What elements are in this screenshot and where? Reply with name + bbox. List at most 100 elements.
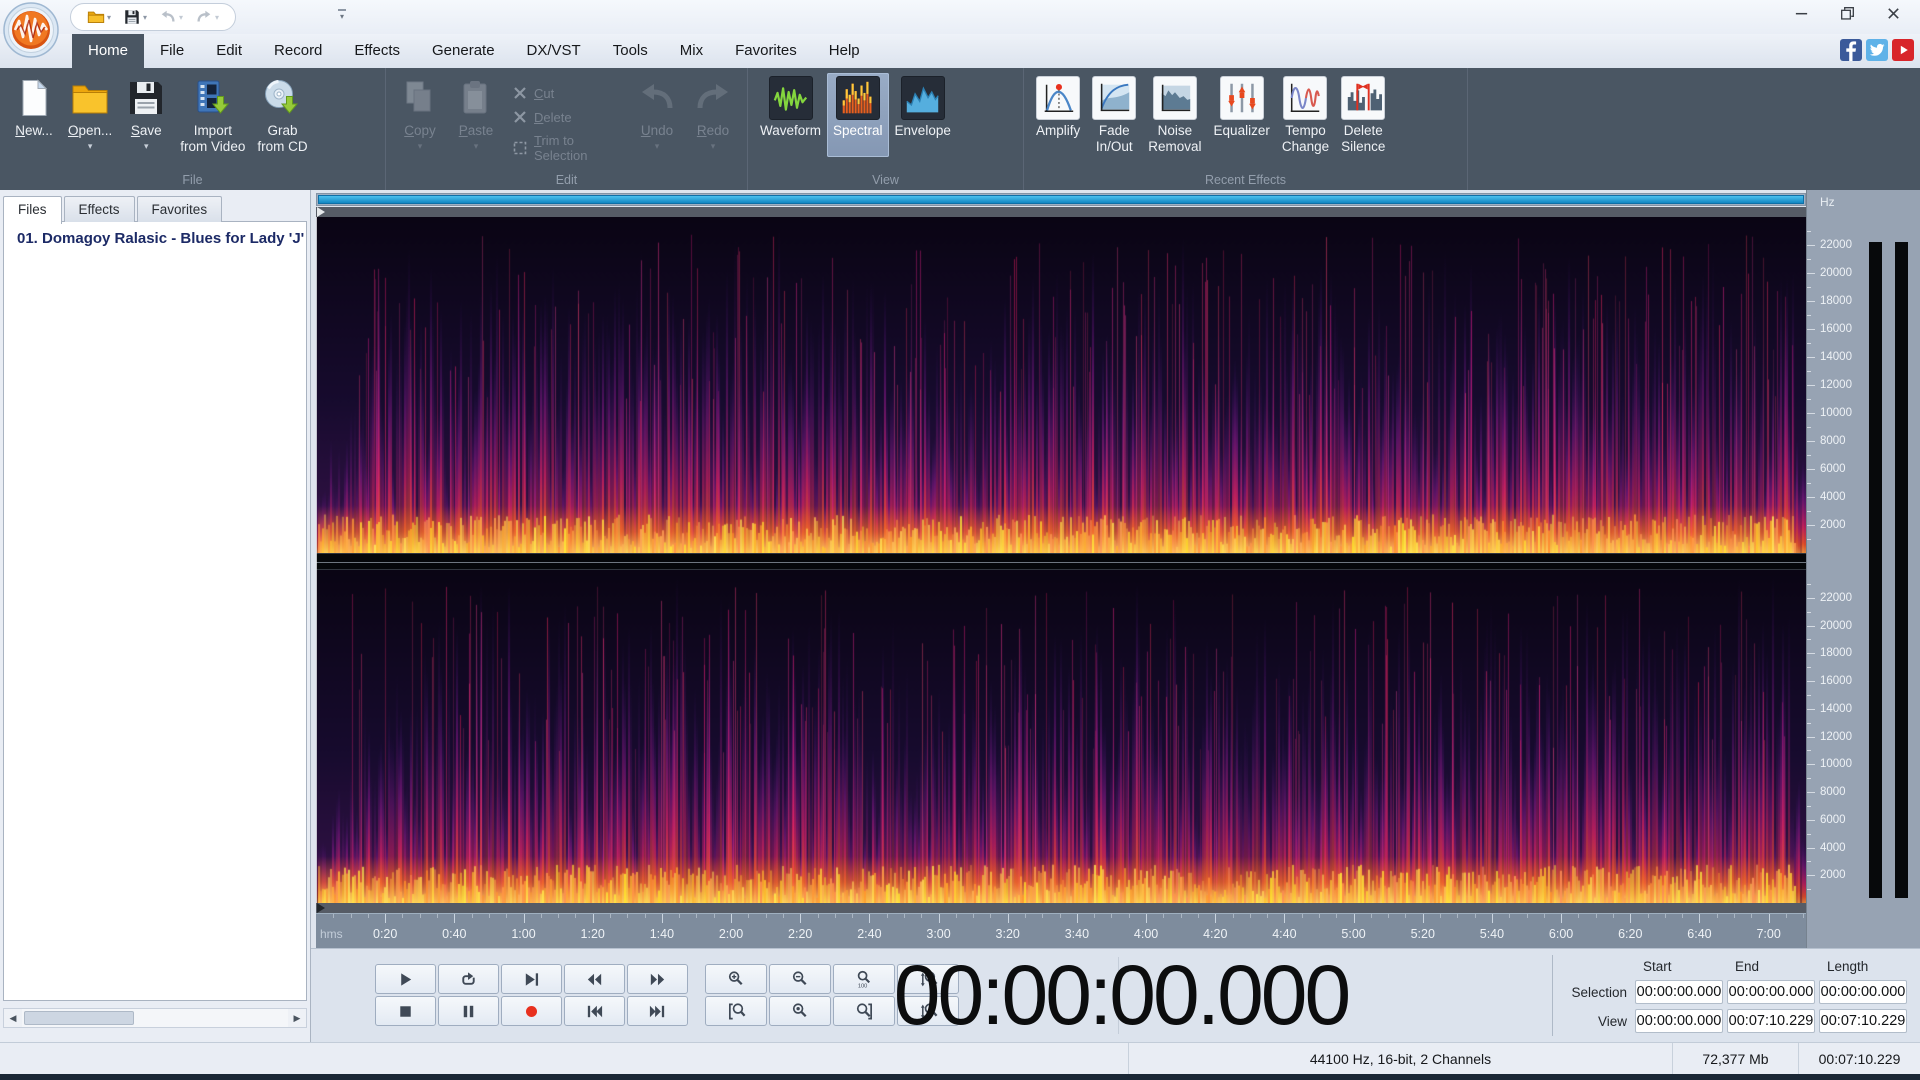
time-minor-tick	[1336, 914, 1338, 918]
minimize-button[interactable]	[1778, 2, 1824, 30]
zoom-selection-start-button[interactable]	[705, 996, 767, 1026]
ribbon-button-redo[interactable]: Redo ▾	[685, 73, 741, 153]
panel-tab-favorites[interactable]: Favorites	[136, 196, 223, 222]
qat-open-button[interactable]: ▾	[83, 6, 115, 28]
ribbon-button-noise-removal[interactable]: Noise Removal	[1142, 73, 1207, 157]
time-tick	[938, 914, 940, 923]
spectrogram-view[interactable]	[316, 207, 1806, 913]
go-to-end-button[interactable]	[627, 996, 688, 1026]
scroll-left-button[interactable]: ◀	[4, 1013, 22, 1024]
ribbon-button-new[interactable]: New...	[6, 73, 62, 157]
spectrogram-channel-left[interactable]	[316, 217, 1806, 553]
restore-button[interactable]	[1824, 2, 1870, 30]
dropdown-arrow-icon[interactable]: ▾	[215, 13, 219, 22]
ribbon-button-cut[interactable]: Cut	[512, 85, 621, 101]
panel-horizontal-scrollbar[interactable]: ◀ ▶	[3, 1008, 307, 1028]
ribbon-button-label: Delete Silence	[1341, 123, 1386, 154]
dropdown-arrow-icon[interactable]: ▾	[474, 141, 479, 151]
ribbon-button-copy[interactable]: Copy ▾	[392, 73, 448, 153]
tab-favorites[interactable]: Favorites	[719, 34, 813, 68]
playhead-marker-top-icon[interactable]	[317, 207, 325, 217]
stop-button[interactable]	[375, 996, 436, 1026]
dropdown-arrow-icon[interactable]: ▾	[88, 141, 93, 151]
ribbon-button-delete-silence[interactable]: Delete Silence	[1335, 73, 1391, 157]
ribbon-button-spectral[interactable]: Spectral	[827, 73, 889, 157]
ribbon-button-amplify[interactable]: Amplify	[1030, 73, 1086, 157]
record-button[interactable]	[501, 996, 562, 1026]
tab-mix[interactable]: Mix	[664, 34, 719, 68]
ribbon-button-tempo-change[interactable]: Tempo Change	[1276, 73, 1335, 157]
dropdown-arrow-icon[interactable]: ▾	[143, 13, 147, 22]
scroll-right-button[interactable]: ▶	[288, 1013, 306, 1024]
loop-button[interactable]	[438, 964, 499, 994]
ribbon-button-import-from-video[interactable]: Import from Video	[174, 73, 251, 157]
view-length-value[interactable]: 00:07:10.229	[1819, 1009, 1907, 1033]
panel-tab-effects[interactable]: Effects	[63, 196, 135, 222]
rewind-button[interactable]	[564, 964, 625, 994]
customize-quick-access-button[interactable]: ▾	[334, 9, 350, 21]
selection-start-value[interactable]: 00:00:00.000	[1635, 980, 1723, 1004]
play-icon	[396, 970, 415, 989]
twitter-icon[interactable]	[1866, 39, 1888, 61]
time-ruler[interactable]: hms 0:20 0:40 1:00 1:20 1:40 2:00 2:20 2:40 3:00…	[316, 913, 1806, 948]
time-tick-label: 5:00	[1341, 927, 1366, 941]
scrollbar-track[interactable]	[22, 1009, 288, 1027]
app-logo-icon[interactable]	[3, 2, 59, 58]
go-to-start-button[interactable]	[564, 996, 625, 1026]
ribbon-button-undo[interactable]: Undo ▾	[629, 73, 685, 153]
tab-effects[interactable]: Effects	[338, 34, 416, 68]
qat-redo-button[interactable]: ▾	[191, 6, 223, 28]
fast-forward-button[interactable]	[627, 964, 688, 994]
panel-tab-files[interactable]: Files	[3, 196, 62, 224]
dropdown-arrow-icon[interactable]: ▾	[711, 141, 716, 151]
dropdown-arrow-icon[interactable]: ▾	[179, 13, 183, 22]
selection-length-value[interactable]: 00:00:00.000	[1819, 980, 1907, 1004]
view-end-value[interactable]: 00:07:10.229	[1727, 1009, 1815, 1033]
qat-save-button[interactable]: ▾	[119, 6, 151, 28]
ribbon-group-view: Waveform Spectral Envelope View	[748, 68, 1024, 190]
ribbon-button-trim-to-selection[interactable]: Trim to Selection	[512, 133, 621, 163]
zoom-in-button[interactable]	[705, 964, 767, 994]
ribbon-button-paste[interactable]: Paste ▾	[448, 73, 504, 153]
time-minor-tick	[1803, 914, 1805, 918]
tab-record[interactable]: Record	[258, 34, 338, 68]
scrollbar-thumb[interactable]	[24, 1011, 134, 1025]
waveform-horizontal-scrollbar[interactable]	[316, 193, 1806, 206]
horizontal-scrollbar-thumb[interactable]	[318, 195, 1804, 204]
ribbon-button-envelope[interactable]: Envelope	[889, 73, 957, 157]
tab-help[interactable]: Help	[813, 34, 876, 68]
ribbon-button-open[interactable]: Open... ▾	[62, 73, 118, 153]
marker-strip-top[interactable]	[316, 207, 1806, 217]
play-button[interactable]	[375, 964, 436, 994]
file-list-item[interactable]: 01. Domagoy Ralasic - Blues for Lady 'J'	[4, 222, 306, 255]
tab-dx-vst[interactable]: DX/VST	[511, 34, 597, 68]
spectrogram-channel-right[interactable]	[316, 570, 1806, 903]
pause-button[interactable]	[438, 996, 499, 1026]
tab-home[interactable]: Home	[72, 34, 145, 68]
ribbon-button-equalizer[interactable]: Equalizer	[1208, 73, 1276, 157]
youtube-icon[interactable]	[1892, 39, 1914, 61]
time-minor-tick	[1526, 914, 1528, 918]
facebook-icon[interactable]	[1840, 39, 1862, 61]
tab-file[interactable]: File	[144, 34, 200, 68]
tab-generate[interactable]: Generate	[416, 34, 511, 68]
ribbon-button-fade-in-out[interactable]: Fade In/Out	[1086, 73, 1142, 157]
dropdown-arrow-icon[interactable]: ▾	[418, 141, 423, 151]
ribbon-button-delete[interactable]: Delete	[512, 109, 621, 125]
qat-undo-button[interactable]: ▾	[155, 6, 187, 28]
close-button[interactable]	[1870, 2, 1916, 30]
ribbon-button-waveform[interactable]: Waveform	[754, 73, 827, 157]
ribbon-button-grab-from-cd[interactable]: Grab from CD	[251, 73, 313, 157]
view-start-value[interactable]: 00:00:00.000	[1635, 1009, 1723, 1033]
marker-strip-bottom[interactable]	[316, 903, 1806, 913]
selection-end-value[interactable]: 00:00:00.000	[1727, 980, 1815, 1004]
dropdown-arrow-icon[interactable]: ▾	[655, 141, 660, 151]
tab-edit[interactable]: Edit	[200, 34, 258, 68]
dropdown-arrow-icon[interactable]: ▾	[107, 13, 111, 22]
playhead-marker-bottom-icon[interactable]	[317, 903, 325, 913]
channel-divider[interactable]	[316, 553, 1806, 570]
dropdown-arrow-icon[interactable]: ▾	[144, 141, 149, 151]
ribbon-button-save[interactable]: Save ▾	[118, 73, 174, 153]
play-to-next-button[interactable]	[501, 964, 562, 994]
tab-tools[interactable]: Tools	[597, 34, 664, 68]
